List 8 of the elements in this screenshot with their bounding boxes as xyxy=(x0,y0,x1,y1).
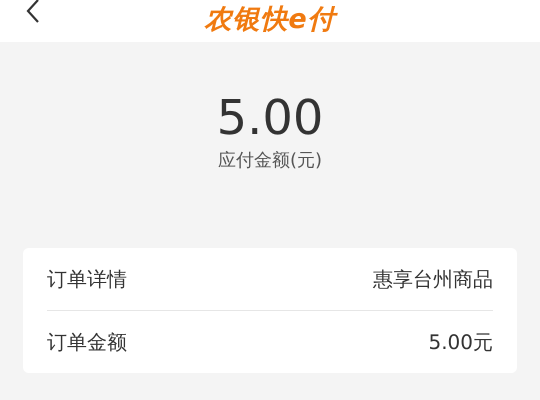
payment-amount: 5.00 xyxy=(216,90,324,146)
row-label: 订单金额 xyxy=(47,328,127,356)
amount-label: 应付金额(元) xyxy=(216,149,324,172)
row-value: 5.00元 xyxy=(428,328,493,356)
row-label: 订单详情 xyxy=(47,266,127,292)
row-value: 惠享台州商品 xyxy=(373,266,493,292)
back-icon[interactable] xyxy=(24,0,42,24)
logo: 农银快e付 xyxy=(204,4,336,36)
